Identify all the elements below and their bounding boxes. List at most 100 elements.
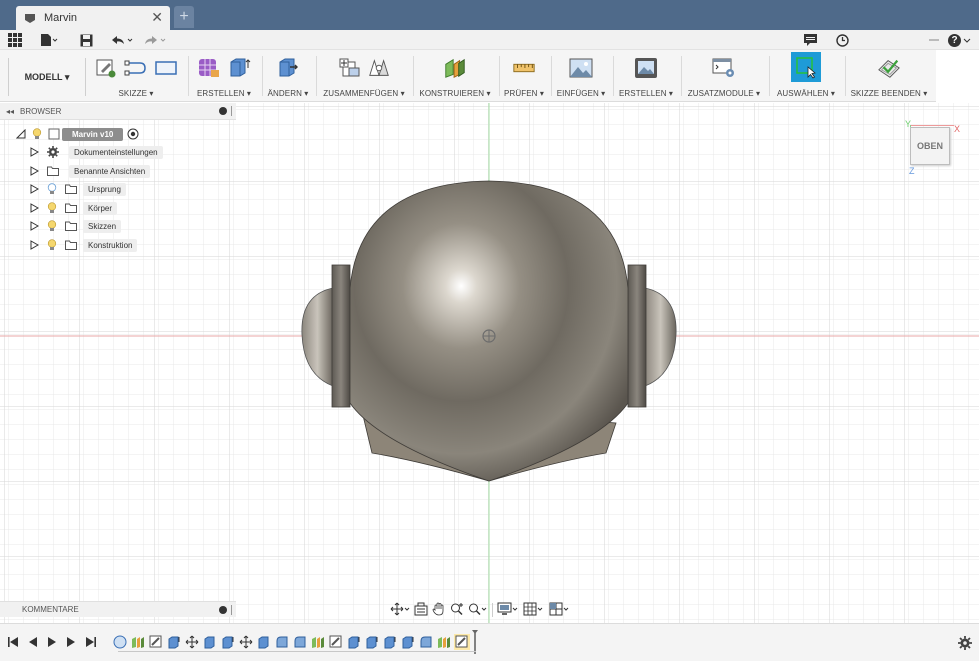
orbit-icon[interactable] bbox=[390, 602, 410, 619]
tree-item-document-settings[interactable]: Dokumenteinstellungen bbox=[30, 144, 163, 160]
fit-zoom-icon[interactable] bbox=[468, 602, 488, 619]
zoom-icon[interactable] bbox=[450, 602, 464, 619]
lightbulb-icon[interactable] bbox=[47, 220, 57, 232]
browser-pin-icon[interactable] bbox=[219, 107, 227, 115]
root-component-label[interactable]: Marvin v10 bbox=[62, 127, 124, 141]
timeline-extrude-icon[interactable] bbox=[166, 634, 182, 650]
apps-grid-icon[interactable] bbox=[8, 32, 22, 48]
timeline-sketch-icon[interactable] bbox=[454, 634, 470, 650]
timeline-presspull-icon[interactable] bbox=[256, 634, 272, 650]
tree-item-bodies[interactable]: Körper bbox=[30, 200, 118, 216]
expand-triangle-icon[interactable] bbox=[30, 240, 39, 250]
viewports-icon[interactable] bbox=[549, 602, 571, 619]
timeline-fillet-icon[interactable] bbox=[292, 634, 308, 650]
joint-icon[interactable] bbox=[367, 55, 391, 81]
go-to-end-icon[interactable] bbox=[86, 636, 96, 651]
timeline-extrude-icon[interactable] bbox=[220, 634, 236, 650]
job-status-clock-icon[interactable] bbox=[836, 32, 849, 48]
measure-icon[interactable] bbox=[512, 55, 536, 81]
document-tab[interactable]: Marvin ✕ bbox=[16, 6, 170, 30]
expand-triangle-icon[interactable] bbox=[30, 147, 39, 157]
ribbon-group-erstellen[interactable]: ERSTELLEN ▾ bbox=[188, 50, 260, 102]
viewcube[interactable]: Y X OBEN Z bbox=[905, 119, 975, 181]
timeline-move-icon[interactable] bbox=[238, 634, 254, 650]
timeline-move-icon[interactable] bbox=[184, 634, 200, 650]
sketch-line-icon[interactable] bbox=[124, 55, 148, 81]
redo-icon[interactable] bbox=[143, 32, 167, 48]
tree-item-origin[interactable]: Ursprung bbox=[30, 181, 126, 197]
timeline-extrude-icon[interactable] bbox=[382, 634, 398, 650]
lightbulb-off-icon[interactable] bbox=[47, 183, 57, 195]
comments-pin-icon[interactable] bbox=[219, 606, 227, 614]
timeline-extrude-icon[interactable] bbox=[400, 634, 416, 650]
expand-triangle-icon[interactable] bbox=[30, 166, 39, 176]
workspace-switcher[interactable]: MODELL ▾ bbox=[8, 58, 86, 96]
timeline-plane-icon[interactable] bbox=[310, 634, 326, 650]
ribbon-group-erstellen-2[interactable]: ERSTELLEN ▾ bbox=[613, 50, 679, 102]
timeline-plane-icon[interactable] bbox=[130, 634, 146, 650]
timeline-settings-gear-icon[interactable] bbox=[958, 636, 972, 653]
timeline-component-icon[interactable] bbox=[112, 634, 128, 650]
lightbulb-icon[interactable] bbox=[32, 128, 42, 140]
extrude-icon[interactable] bbox=[227, 55, 251, 81]
help-menu[interactable]: ? bbox=[948, 32, 971, 48]
ribbon-group-skizze[interactable]: SKIZZE ▾ bbox=[86, 50, 186, 102]
tree-item-sketches[interactable]: Skizzen bbox=[30, 218, 122, 234]
undo-icon[interactable] bbox=[110, 32, 134, 48]
press-pull-icon[interactable] bbox=[276, 55, 300, 81]
step-forward-icon[interactable] bbox=[66, 636, 76, 651]
display-settings-icon[interactable] bbox=[497, 602, 519, 619]
timeline-extrude-icon[interactable] bbox=[364, 634, 380, 650]
ribbon-group-zusatzmodule[interactable]: ZUSATZMODULE ▾ bbox=[681, 50, 767, 102]
activate-radio-icon[interactable] bbox=[127, 128, 139, 140]
sketch-rectangle-icon[interactable] bbox=[154, 55, 178, 81]
expand-triangle-icon[interactable] bbox=[30, 184, 39, 194]
timeline-sketch-icon[interactable] bbox=[328, 634, 344, 650]
expand-triangle-icon[interactable] bbox=[30, 203, 39, 213]
finish-sketch-icon[interactable] bbox=[877, 55, 901, 81]
ribbon-group-einfuegen[interactable]: EINFÜGEN ▾ bbox=[551, 50, 611, 102]
collapse-browser-icon[interactable]: ◂◂ bbox=[6, 107, 14, 116]
lightbulb-icon[interactable] bbox=[47, 239, 57, 251]
ribbon-group-zusammenfuegen[interactable]: ZUSAMMENFÜGEN ▾ bbox=[316, 50, 412, 102]
viewcube-face-top[interactable]: OBEN bbox=[910, 127, 950, 165]
close-tab-icon[interactable]: ✕ bbox=[151, 9, 163, 26]
tree-root[interactable]: Marvin v10 bbox=[16, 126, 139, 142]
folder-icon bbox=[47, 166, 59, 176]
step-back-icon[interactable] bbox=[28, 636, 38, 651]
timeline-plane-icon[interactable] bbox=[436, 634, 452, 650]
offset-plane-icon[interactable] bbox=[443, 55, 467, 81]
grid-settings-icon[interactable] bbox=[523, 602, 545, 619]
pan-hand-icon[interactable] bbox=[432, 602, 446, 619]
ribbon-group-aendern[interactable]: ÄNDERN ▾ bbox=[262, 50, 314, 102]
tree-item-named-views[interactable]: Benannte Ansichten bbox=[30, 163, 151, 179]
lightbulb-icon[interactable] bbox=[47, 202, 57, 214]
timeline-fillet-icon[interactable] bbox=[274, 634, 290, 650]
insert-image-icon[interactable] bbox=[569, 55, 593, 81]
new-component-icon[interactable] bbox=[337, 55, 361, 81]
create-sketch-icon[interactable] bbox=[94, 55, 118, 81]
timeline-fillet-icon[interactable] bbox=[418, 634, 434, 650]
look-at-icon[interactable] bbox=[414, 602, 428, 619]
save-icon[interactable] bbox=[80, 32, 93, 48]
notifications-icon[interactable] bbox=[804, 32, 817, 48]
expand-triangle-icon[interactable] bbox=[30, 221, 39, 231]
new-tab-button[interactable]: + bbox=[174, 6, 194, 28]
tree-item-construction[interactable]: Konstruktion bbox=[30, 237, 138, 253]
ribbon-group-konstruieren[interactable]: KONSTRUIEREN ▾ bbox=[413, 50, 497, 102]
create-form-icon[interactable] bbox=[197, 55, 221, 81]
timeline-extrude-icon[interactable] bbox=[346, 634, 362, 650]
ribbon-group-auswaehlen[interactable]: AUSWÄHLEN ▾ bbox=[769, 50, 843, 102]
render-canvas-icon[interactable] bbox=[634, 55, 658, 81]
timeline-sketch-icon[interactable] bbox=[148, 634, 164, 650]
select-window-icon[interactable] bbox=[791, 52, 821, 82]
comments-panel[interactable]: KOMMENTARE bbox=[0, 601, 236, 617]
play-icon[interactable] bbox=[47, 636, 57, 651]
ribbon-group-skizze-beenden[interactable]: SKIZZE BEENDEN ▾ bbox=[845, 50, 933, 102]
go-to-start-icon[interactable] bbox=[8, 636, 18, 651]
timeline-presspull-icon[interactable] bbox=[202, 634, 218, 650]
scripts-addins-icon[interactable] bbox=[712, 55, 736, 81]
ribbon-group-pruefen[interactable]: PRÜFEN ▾ bbox=[499, 50, 549, 102]
collapse-triangle-icon[interactable] bbox=[16, 129, 26, 139]
file-menu-icon[interactable] bbox=[40, 32, 58, 48]
